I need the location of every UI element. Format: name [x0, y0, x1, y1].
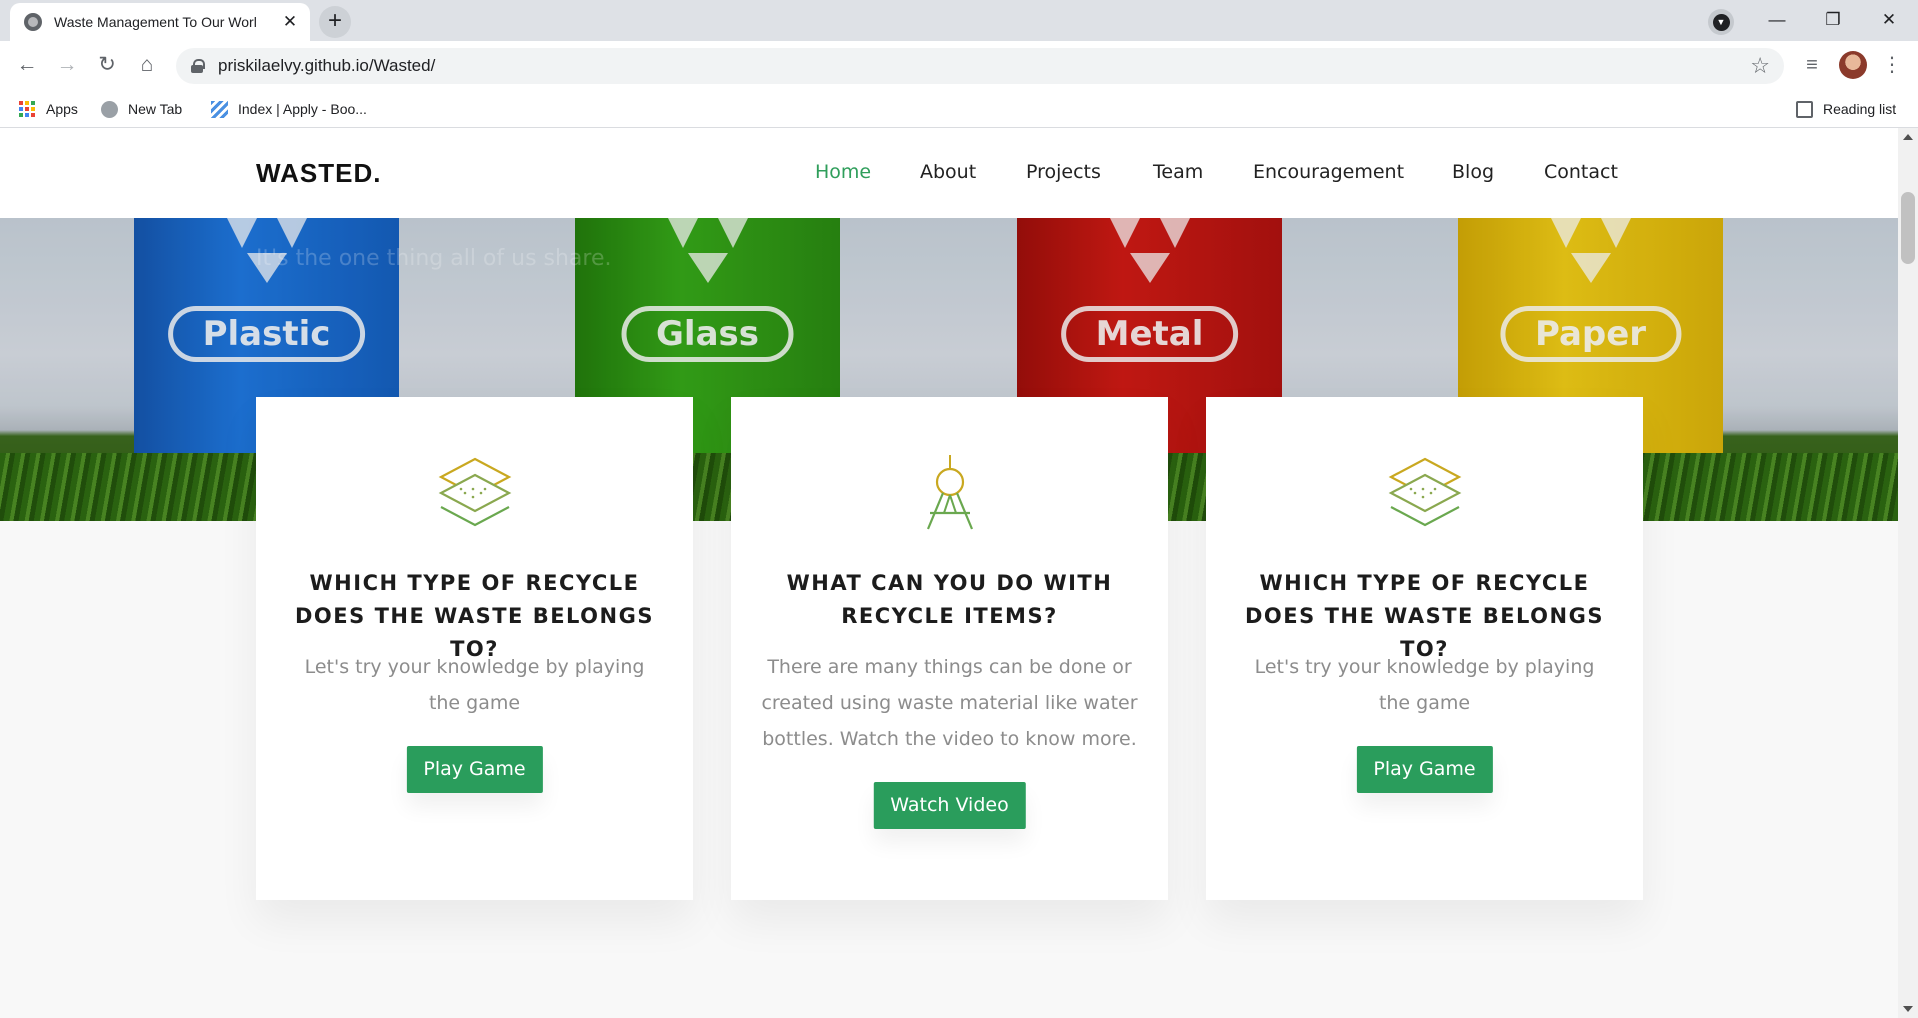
close-tab-icon[interactable]: ✕: [280, 12, 300, 32]
home-button[interactable]: ⌂: [131, 49, 163, 81]
browser-tab[interactable]: Waste Management To Our Worl ✕: [10, 3, 310, 41]
watch-video-button[interactable]: Watch Video: [873, 782, 1026, 829]
layers-icon: [1388, 457, 1461, 527]
card-title: WHAT CAN YOU DO WITH RECYCLE ITEMS?: [786, 571, 1113, 628]
hero-tagline: It's the one thing all of us share.: [256, 246, 612, 271]
nav-about[interactable]: About: [920, 161, 976, 183]
reading-list-icon: [1796, 100, 1813, 118]
scroll-down-icon[interactable]: [1903, 1006, 1913, 1012]
globe-icon: [24, 13, 42, 31]
nav-encouragement[interactable]: Encouragement: [1253, 161, 1404, 183]
back-button[interactable]: ←: [11, 49, 43, 81]
lock-icon: [191, 59, 205, 73]
nav-projects[interactable]: Projects: [1026, 161, 1101, 183]
restore-button[interactable]: ❐: [1810, 6, 1856, 34]
bookmark-index-apply[interactable]: Index | Apply - Boo...: [211, 97, 367, 121]
menu-icon[interactable]: ⋮: [1876, 49, 1908, 81]
site-logo[interactable]: WASTED.: [256, 158, 381, 189]
bookmark-label: New Tab: [128, 101, 183, 117]
bookmark-star-icon[interactable]: ☆: [1750, 53, 1770, 79]
tab-title: Waste Management To Our Worl: [54, 14, 257, 30]
play-game-button[interactable]: Play Game: [1356, 746, 1493, 793]
layers-icon: [438, 457, 511, 527]
nav-blog[interactable]: Blog: [1452, 161, 1494, 183]
url-text: priskilaelvy.github.io/Wasted/: [218, 56, 436, 75]
reading-list-label: Reading list: [1823, 101, 1897, 117]
browser-toolbar: ← → ↻ ⌂ priskilaelvy.github.io/Wasted/ ☆…: [0, 41, 1918, 89]
feature-card: WHICH TYPE OF RECYCLE DOES THE WASTE BEL…: [256, 397, 693, 900]
bookmark-new-tab[interactable]: New Tab: [101, 97, 182, 121]
browser-chrome: Waste Management To Our Worl ✕ + ▼ — ❐ ✕…: [0, 0, 1918, 128]
close-window-button[interactable]: ✕: [1866, 6, 1912, 34]
reload-button[interactable]: ↻: [91, 49, 123, 81]
bookmarks-bar: Apps New Tab Index | Apply - Boo... Read…: [0, 89, 1918, 128]
card-text: Let's try your knowledge by playing the …: [1254, 656, 1595, 714]
chevron-down-icon: ▼: [1712, 13, 1730, 31]
media-control-icon[interactable]: ≡: [1796, 49, 1828, 81]
bookmark-apps[interactable]: Apps: [19, 97, 78, 121]
nav-home[interactable]: Home: [815, 161, 871, 183]
feature-card: WHICH TYPE OF RECYCLE DOES THE WASTE BEL…: [1206, 397, 1643, 900]
compass-icon: [926, 455, 973, 530]
site-header: WASTED. Home About Projects Team Encoura…: [0, 128, 1898, 218]
bookmark-label: Index | Apply - Boo...: [238, 101, 367, 117]
site-favicon-icon: [211, 100, 228, 118]
play-game-button[interactable]: Play Game: [406, 746, 543, 793]
page-scrollbar[interactable]: [1898, 128, 1918, 1018]
address-bar[interactable]: priskilaelvy.github.io/Wasted/ ☆: [176, 48, 1784, 84]
card-text: Let's try your knowledge by playing the …: [304, 656, 645, 714]
forward-button[interactable]: →: [51, 49, 83, 81]
bookmark-label: Apps: [46, 101, 78, 117]
scroll-up-icon[interactable]: [1903, 134, 1913, 140]
page-viewport: WASTED. Home About Projects Team Encoura…: [0, 128, 1898, 1018]
tab-strip: Waste Management To Our Worl ✕ + ▼ — ❐ ✕: [0, 0, 1918, 41]
nav-contact[interactable]: Contact: [1544, 161, 1618, 183]
card-text: There are many things can be done or cre…: [761, 656, 1138, 750]
scrollbar-thumb[interactable]: [1901, 192, 1915, 264]
profile-avatar[interactable]: [1839, 51, 1867, 79]
tab-search-button[interactable]: ▼: [1708, 9, 1734, 35]
apps-grid-icon: [19, 100, 36, 118]
globe-icon: [101, 100, 118, 118]
minimize-button[interactable]: —: [1754, 6, 1800, 34]
feature-card: WHAT CAN YOU DO WITH RECYCLE ITEMS? Ther…: [731, 397, 1168, 900]
nav-team[interactable]: Team: [1153, 161, 1203, 183]
new-tab-button[interactable]: +: [319, 6, 351, 38]
reading-list-button[interactable]: Reading list: [1796, 97, 1896, 121]
